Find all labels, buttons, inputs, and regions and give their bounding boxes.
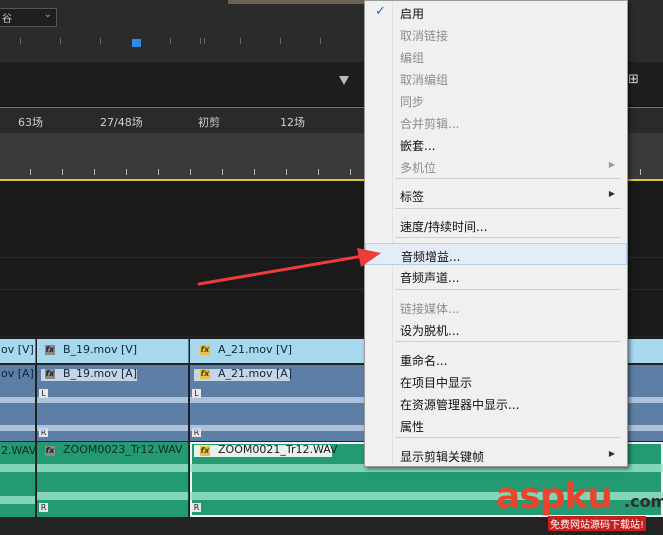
- clip-label: 2.WAV: [1, 444, 37, 457]
- channel-right-label: R: [192, 503, 201, 512]
- clip-context-menu: ✓ 启用取消链接编组取消编组同步合并剪辑... 嵌套... 多机位 ▶ 标签 ▶ 速度/持续时…: [364, 0, 628, 467]
- clip-label: ZOOM0021_Tr12.WAV: [218, 443, 338, 456]
- menu-item-label: 同步: [400, 95, 425, 109]
- menu-item: 链接媒体...: [365, 296, 627, 318]
- audio-clip[interactable]: 2.WAV: [0, 442, 36, 517]
- menu-item-label: 取消编组: [400, 73, 449, 87]
- clip-label: B_19.mov [V]: [63, 343, 138, 356]
- clip-label: ov [A]: [1, 367, 34, 380]
- menu-item[interactable]: 在项目中显示: [365, 370, 627, 392]
- menu-separator: [395, 341, 621, 342]
- menu-item-label: 合并剪辑...: [400, 117, 460, 131]
- menu-item-label: 标签: [400, 190, 425, 204]
- fx-badge-icon: fx: [200, 369, 210, 379]
- marker-label[interactable]: 12场: [280, 114, 305, 130]
- submenu-arrow-icon: ▶: [608, 449, 615, 458]
- zoom-dropdown-value: 谷: [2, 14, 12, 25]
- watermark-text: aspku: [496, 476, 613, 517]
- menu-item: 合并剪辑...: [365, 111, 627, 133]
- fx-badge-icon: fx: [200, 345, 210, 355]
- monitor-thumbnail: [228, 0, 364, 4]
- red-arrow-annotation: [197, 248, 381, 286]
- menu-separator: [395, 289, 621, 290]
- menu-item[interactable]: 音频增益...: [365, 243, 627, 265]
- clip-label: ov [V]: [1, 343, 34, 356]
- monitor-ruler[interactable]: [0, 34, 365, 48]
- menu-item[interactable]: 重命名...: [365, 348, 627, 370]
- menu-item-label: 取消链接: [400, 29, 449, 43]
- menu-item[interactable]: 标签 ▶: [365, 184, 627, 206]
- clip-label: ZOOM0023_Tr12.WAV: [63, 443, 183, 456]
- menu-item-label: 多机位: [400, 161, 437, 175]
- audio-clip[interactable]: fx ZOOM0023_Tr12.WAV R: [37, 442, 189, 517]
- menu-item-label: 在项目中显示: [400, 376, 473, 390]
- menu-item: 同步: [365, 89, 627, 111]
- clip-label: A_21.mov [A]: [218, 367, 293, 380]
- menu-item-label: 链接媒体...: [400, 302, 460, 316]
- menu-item-label: 编组: [400, 51, 425, 65]
- submenu-arrow-icon: ▶: [608, 160, 615, 169]
- menu-item-label: 重命名...: [400, 354, 448, 368]
- menu-item-label: 嵌套...: [400, 139, 436, 153]
- menu-item[interactable]: 音频声道...: [365, 265, 627, 287]
- audio-clip[interactable]: fx B_19.mov [A] L R: [37, 365, 189, 441]
- menu-separator: [395, 178, 621, 179]
- marker-label[interactable]: 63场: [18, 114, 43, 130]
- monitor-playhead[interactable]: [132, 39, 141, 47]
- menu-separator: [395, 237, 621, 238]
- fx-badge-icon: fx: [45, 345, 55, 355]
- menu-item-label: 音频声道...: [400, 271, 460, 285]
- menu-separator: [395, 208, 621, 209]
- menu-separator: [395, 437, 621, 438]
- menu-item-label: 启用: [400, 7, 425, 21]
- watermark-subtitle: 免费网站源码下载站!: [548, 516, 647, 531]
- fx-badge-icon: fx: [200, 446, 210, 456]
- marker-label[interactable]: 27/48场: [100, 114, 143, 130]
- submenu-arrow-icon: ▶: [608, 189, 615, 198]
- menu-item[interactable]: ✓ 启用: [365, 1, 627, 23]
- menu-item[interactable]: 速度/持续时间...: [365, 214, 627, 236]
- check-icon: ✓: [375, 4, 386, 19]
- menu-item: 取消链接: [365, 23, 627, 45]
- menu-item: 取消编组: [365, 67, 627, 89]
- menu-item[interactable]: 显示剪辑关键帧 ▶: [365, 444, 627, 466]
- zoom-dropdown[interactable]: 谷 ⌄: [0, 8, 57, 27]
- video-clip[interactable]: ov [V]: [0, 339, 36, 363]
- audio-clip[interactable]: ov [A]: [0, 365, 36, 441]
- clip-label: A_21.mov [V]: [218, 343, 293, 356]
- insert-sequence-icon[interactable]: ⊞: [628, 72, 650, 88]
- fx-badge-icon: fx: [45, 446, 55, 456]
- marker-label[interactable]: 初剪: [198, 114, 220, 130]
- watermark-suffix: .com: [624, 492, 663, 511]
- menu-item-label: 速度/持续时间...: [400, 220, 488, 234]
- menu-item[interactable]: 嵌套...: [365, 133, 627, 155]
- site-watermark: aspku .com 免费网站源码下载站!: [490, 476, 663, 535]
- menu-item-label: 属性: [400, 420, 425, 434]
- menu-item-label: 在资源管理器中显示...: [400, 398, 520, 412]
- menu-item-label: 设为脱机...: [400, 324, 460, 338]
- video-clip[interactable]: fx B_19.mov [V]: [37, 339, 189, 363]
- chevron-down-icon: ⌄: [43, 9, 52, 20]
- menu-item[interactable]: 设为脱机...: [365, 318, 627, 340]
- menu-item: 编组: [365, 45, 627, 67]
- fx-badge-icon: fx: [45, 369, 55, 379]
- channel-right-label: R: [39, 503, 48, 512]
- clip-label: B_19.mov [A]: [63, 367, 138, 380]
- menu-item: 多机位 ▶: [365, 155, 627, 177]
- menu-item-label: 音频增益...: [401, 250, 461, 264]
- menu-item[interactable]: 在资源管理器中显示...: [365, 392, 627, 414]
- menu-item[interactable]: 属性: [365, 414, 627, 436]
- menu-item-label: 显示剪辑关键帧: [400, 450, 485, 464]
- add-marker-icon[interactable]: [339, 76, 349, 85]
